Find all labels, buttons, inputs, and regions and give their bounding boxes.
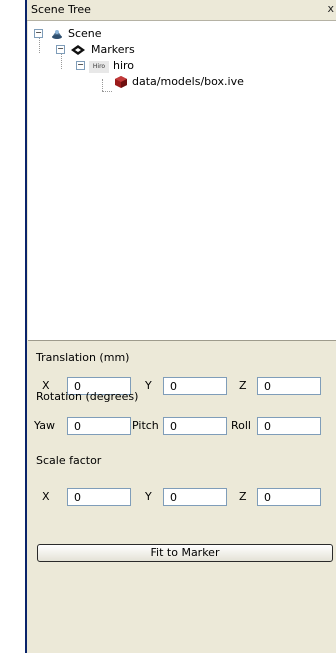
tree-node-label: hiro bbox=[113, 59, 135, 72]
collapse-toggle[interactable]: − bbox=[56, 45, 65, 54]
background-area bbox=[0, 0, 25, 653]
translation-label: Translation (mm) bbox=[36, 351, 130, 364]
collapse-toggle[interactable]: − bbox=[34, 29, 43, 38]
scene-tree-view[interactable]: − Scene − Markers − Hiro hiro data/model… bbox=[28, 21, 336, 341]
tree-connector bbox=[102, 91, 112, 92]
scale-x-label: X bbox=[42, 490, 50, 503]
translation-z-label: Z bbox=[239, 379, 247, 392]
scale-z-label: Z bbox=[239, 490, 247, 503]
tree-node-label: Markers bbox=[91, 43, 135, 56]
rotation-label: Rotation (degrees) bbox=[36, 390, 139, 403]
tree-connector bbox=[102, 79, 103, 91]
rotation-roll-label: Roll bbox=[231, 419, 251, 432]
tree-node-label: data/models/box.ive bbox=[132, 75, 244, 88]
tree-connector bbox=[39, 37, 40, 53]
hiro-marker-icon: Hiro bbox=[89, 61, 109, 73]
scale-y-label: Y bbox=[145, 490, 152, 503]
transform-panel: Translation (mm) X 0 Y 0 Z 0 Rotation (d… bbox=[28, 342, 336, 653]
model-cube-icon bbox=[114, 75, 128, 89]
fit-to-marker-button[interactable]: Fit to Marker bbox=[37, 544, 333, 562]
scale-label: Scale factor bbox=[36, 454, 102, 467]
scale-z-field[interactable]: 0 bbox=[257, 488, 321, 506]
scene-icon bbox=[50, 27, 64, 41]
rotation-yaw-field[interactable]: 0 bbox=[67, 417, 131, 435]
dock-titlebar[interactable]: Scene Tree x bbox=[27, 0, 336, 21]
rotation-pitch-label: Pitch bbox=[132, 419, 159, 432]
collapse-toggle[interactable]: − bbox=[76, 61, 85, 70]
dock-title: Scene Tree bbox=[31, 3, 91, 16]
scale-x-field[interactable]: 0 bbox=[67, 488, 131, 506]
markers-icon bbox=[70, 44, 86, 56]
tree-connector bbox=[61, 53, 62, 69]
tree-node-label: Scene bbox=[68, 27, 102, 40]
rotation-roll-field[interactable]: 0 bbox=[257, 417, 321, 435]
scale-y-field[interactable]: 0 bbox=[163, 488, 227, 506]
close-button[interactable]: x bbox=[327, 2, 334, 15]
rotation-yaw-label: Yaw bbox=[34, 419, 55, 432]
translation-y-field[interactable]: 0 bbox=[163, 377, 227, 395]
dock-border bbox=[25, 0, 27, 653]
translation-z-field[interactable]: 0 bbox=[257, 377, 321, 395]
translation-y-label: Y bbox=[145, 379, 152, 392]
rotation-pitch-field[interactable]: 0 bbox=[163, 417, 227, 435]
